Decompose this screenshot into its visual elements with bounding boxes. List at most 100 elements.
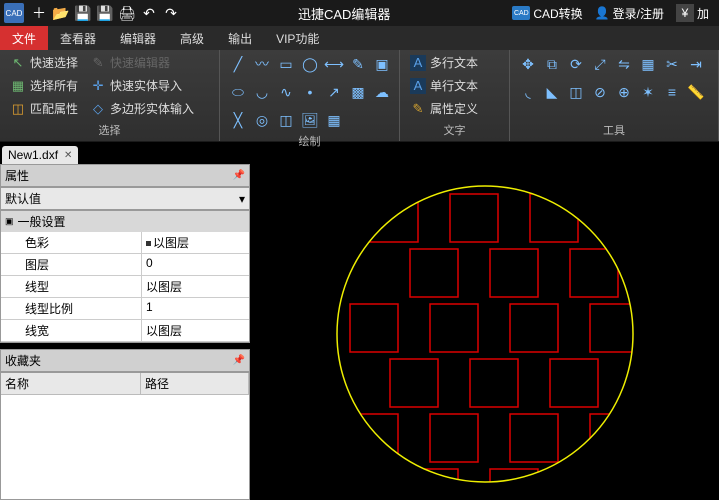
xline-icon[interactable]: ╳ <box>228 110 248 130</box>
group-label-draw: 绘制 <box>226 132 393 150</box>
table-icon[interactable]: ▦ <box>324 110 344 130</box>
edit-icon[interactable]: ✎ <box>348 54 368 74</box>
prop-row[interactable]: 线型以图层 <box>1 276 249 298</box>
fav-table: 名称 路径 <box>0 372 250 500</box>
group-label-text: 文字 <box>406 121 503 139</box>
match-icon: ◫ <box>10 101 26 117</box>
break-icon[interactable]: ⊘ <box>590 82 610 102</box>
menu-advanced[interactable]: 高级 <box>168 26 216 50</box>
collapse-icon: ▣ <box>5 216 14 227</box>
menu-output[interactable]: 输出 <box>216 26 264 50</box>
close-tab-icon[interactable]: ✕ <box>64 150 72 161</box>
prop-row[interactable]: 线型比例1 <box>1 298 249 320</box>
cad-convert-button[interactable]: CAD CAD转换 <box>506 5 588 22</box>
move-icon[interactable]: ✥ <box>518 54 538 74</box>
pin-icon[interactable]: 📌 <box>233 170 245 181</box>
default-combo[interactable]: 默认值 ▾ <box>0 187 250 210</box>
mtext-icon: A <box>410 55 426 71</box>
mtext-button[interactable]: A多行文本 <box>406 52 482 73</box>
props-panel-header: 属性 📌 <box>0 164 250 187</box>
open-icon[interactable]: 📂 <box>50 2 72 24</box>
attrdef-button[interactable]: ✎属性定义 <box>406 98 482 119</box>
fav-col-name[interactable]: 名称 <box>1 373 141 394</box>
chamfer-icon[interactable]: ◣ <box>542 82 562 102</box>
dim-icon[interactable]: ⟷ <box>324 54 344 74</box>
group-label-select: 选择 <box>6 121 213 139</box>
props-section-header[interactable]: ▣ 一般设置 <box>1 211 249 232</box>
fav-col-path[interactable]: 路径 <box>141 373 249 394</box>
quick-editor-button: ✎快速编辑器 <box>86 52 198 73</box>
saveas-icon[interactable]: 💾 <box>94 2 116 24</box>
yen-icon: ¥ <box>676 4 694 22</box>
cad-logo-icon: CAD <box>512 6 530 20</box>
fillet-icon[interactable]: ◟ <box>518 82 538 102</box>
group-label-tools: 工具 <box>516 121 712 139</box>
app-logo: CAD <box>4 3 24 23</box>
attr-icon: ✎ <box>410 101 426 117</box>
fav-title: 收藏夹 <box>5 352 41 369</box>
file-tab[interactable]: New1.dxf ✕ <box>2 146 78 164</box>
editor-icon: ✎ <box>90 55 106 71</box>
app-title: 迅捷CAD编辑器 <box>182 4 506 23</box>
save-icon[interactable]: 💾 <box>72 2 94 24</box>
drawing-canvas[interactable] <box>250 164 719 500</box>
spline-icon[interactable]: ∿ <box>276 82 296 102</box>
new-icon[interactable]: ＋ <box>28 2 50 24</box>
circle-icon[interactable]: ◯ <box>300 54 320 74</box>
join-icon[interactable]: ⊕ <box>614 82 634 102</box>
entity-import-button[interactable]: ✛快速实体导入 <box>86 75 198 96</box>
copy-icon[interactable]: ⧉ <box>542 54 562 74</box>
menu-editor[interactable]: 编辑器 <box>108 26 168 50</box>
rotate-icon[interactable]: ⟳ <box>566 54 586 74</box>
point-icon[interactable]: • <box>300 82 320 102</box>
rect-icon[interactable]: ▭ <box>276 54 296 74</box>
cad-drawing <box>250 164 719 500</box>
image-icon[interactable]: 🖼 <box>300 110 320 130</box>
pin-icon[interactable]: 📌 <box>233 355 245 366</box>
match-props-button[interactable]: ◫匹配属性 <box>6 98 82 119</box>
menu-vip[interactable]: VIP功能 <box>264 26 331 50</box>
polygon-import-button[interactable]: ◇多边形实体输入 <box>86 98 198 119</box>
user-icon: 👤 <box>595 6 610 20</box>
scale-icon[interactable]: ⤢ <box>590 54 610 74</box>
explode-icon[interactable]: ✶ <box>638 82 658 102</box>
prop-row[interactable]: 图层0 <box>1 254 249 276</box>
measure-icon[interactable]: 📏 <box>686 82 706 102</box>
hatch-icon[interactable]: ▩ <box>348 82 368 102</box>
align-icon[interactable]: ≡ <box>662 82 682 102</box>
dropdown-icon: ▾ <box>239 192 245 206</box>
line-icon[interactable]: ╱ <box>228 54 248 74</box>
region-icon[interactable]: ▣ <box>372 54 392 74</box>
ray-icon[interactable]: ↗ <box>324 82 344 102</box>
prop-row[interactable]: 色彩以图层 <box>1 232 249 254</box>
select-all-icon: ▦ <box>10 78 26 94</box>
stext-icon: A <box>410 78 426 94</box>
polyline-icon[interactable]: 〰 <box>252 54 272 74</box>
print-icon[interactable]: 🖨 <box>116 2 138 24</box>
ellipse-icon[interactable]: ⬭ <box>228 82 248 102</box>
donut-icon[interactable]: ◎ <box>252 110 272 130</box>
menubar: 文件 查看器 编辑器 高级 输出 VIP功能 <box>0 26 719 50</box>
menu-viewer[interactable]: 查看器 <box>48 26 108 50</box>
offset-icon[interactable]: ◫ <box>566 82 586 102</box>
block-icon[interactable]: ◫ <box>276 110 296 130</box>
fav-panel-header: 收藏夹 📌 <box>0 349 250 372</box>
array-icon[interactable]: ▦ <box>638 54 658 74</box>
arc-icon[interactable]: ◡ <box>252 82 272 102</box>
stext-button[interactable]: A单行文本 <box>406 75 482 96</box>
mirror-icon[interactable]: ⇋ <box>614 54 634 74</box>
ribbon: ↖快速选择 ▦选择所有 ◫匹配属性 ✎快速编辑器 ✛快速实体导入 ◇多边形实体输… <box>0 50 719 142</box>
props-title: 属性 <box>5 167 29 184</box>
redo-icon[interactable]: ↷ <box>160 2 182 24</box>
charge-button[interactable]: ¥ 加 <box>670 4 715 22</box>
menu-file[interactable]: 文件 <box>0 26 48 50</box>
prop-row[interactable]: 线宽以图层 <box>1 320 249 342</box>
login-button[interactable]: 👤 登录/注册 <box>589 5 670 22</box>
extend-icon[interactable]: ⇥ <box>686 54 706 74</box>
cloud-icon[interactable]: ☁ <box>372 82 392 102</box>
trim-icon[interactable]: ✂ <box>662 54 682 74</box>
quick-select-button[interactable]: ↖快速选择 <box>6 52 82 73</box>
polygon-icon: ◇ <box>90 101 106 117</box>
undo-icon[interactable]: ↶ <box>138 2 160 24</box>
select-all-button[interactable]: ▦选择所有 <box>6 75 82 96</box>
